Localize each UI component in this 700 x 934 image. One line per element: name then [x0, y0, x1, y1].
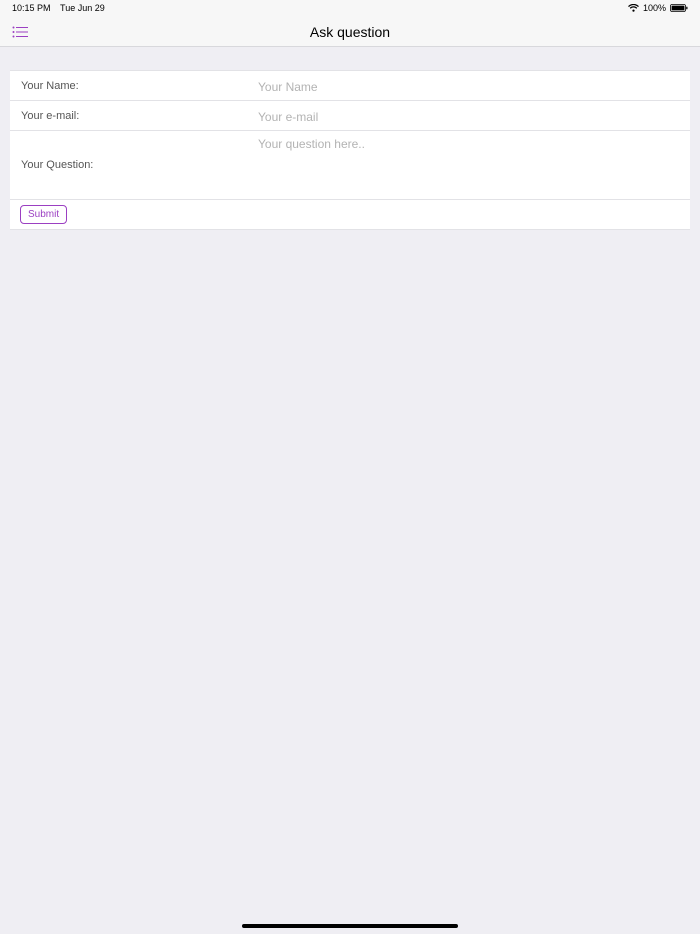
email-label: Your e-mail:: [21, 110, 80, 122]
navigation-bar: Ask question: [0, 18, 700, 47]
page-title: Ask question: [309, 24, 391, 40]
status-time-date: 10:15 PM Tue Jun 29: [12, 3, 105, 13]
email-row: Your e-mail:: [10, 101, 690, 131]
home-indicator[interactable]: [242, 924, 458, 928]
battery-percent: 100%: [642, 3, 666, 13]
name-input[interactable]: [258, 79, 678, 95]
name-label: Your Name:: [21, 80, 79, 92]
submit-row: Submit: [10, 200, 690, 229]
email-input[interactable]: [258, 109, 678, 125]
question-row: Your Question:: [10, 131, 690, 200]
status-bar: 10:15 PM Tue Jun 29 100%: [0, 0, 700, 18]
name-row: Your Name:: [10, 71, 690, 101]
status-date: Tue Jun 29: [60, 3, 105, 13]
wifi-icon: [628, 4, 639, 12]
question-textarea[interactable]: [258, 137, 678, 193]
submit-button[interactable]: Submit: [20, 205, 68, 224]
status-time: 10:15 PM: [12, 3, 51, 13]
ask-question-form: Your Name: Your e-mail: Your Question: S…: [10, 70, 690, 230]
battery-icon: [670, 4, 688, 12]
status-indicators: 100%: [628, 3, 688, 13]
question-label: Your Question:: [21, 159, 94, 171]
